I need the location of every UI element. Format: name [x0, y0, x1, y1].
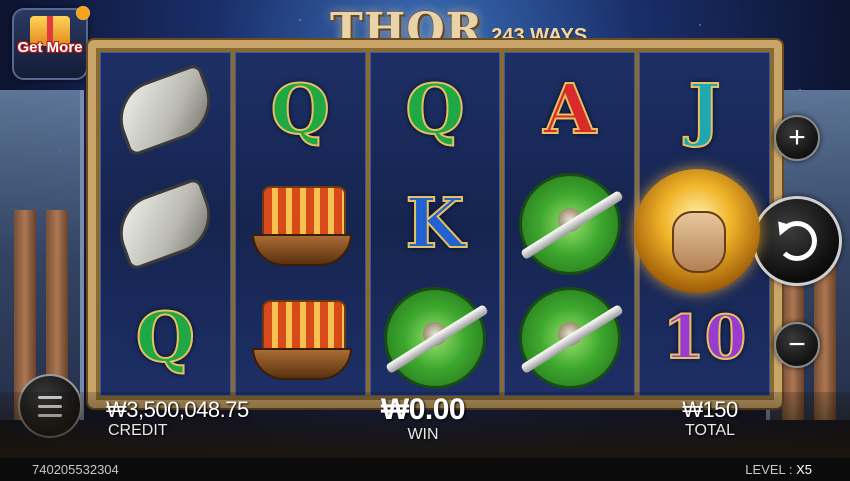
credit-label: CREDIT	[108, 422, 168, 439]
shield-sword-symbol-icon	[518, 287, 624, 389]
reel-cell	[505, 167, 634, 281]
reel-cell	[634, 167, 769, 293]
viking-ship-symbol-icon	[248, 182, 353, 266]
win-value: ₩0.00	[380, 393, 466, 426]
level-value: X5	[796, 462, 812, 477]
shield-sword-symbol-icon	[518, 173, 624, 275]
reel-cell	[101, 53, 230, 167]
reel-cell	[505, 281, 634, 395]
shield-sword-symbol-icon	[383, 287, 489, 389]
total-bet-display[interactable]: ₩150 TOTAL	[670, 398, 750, 440]
bottom-hud: ₩3,500,048.75 CREDIT ₩0.00 WIN ₩150 TOTA…	[0, 392, 850, 458]
reel-cell: K	[371, 167, 500, 281]
reel-cell: A	[505, 53, 634, 167]
reel-3: QK	[369, 52, 501, 396]
reel-1: Q	[100, 52, 231, 396]
thor-wild-symbol-icon	[634, 169, 761, 293]
reel-2: Q	[234, 52, 366, 396]
reel-cell: J	[640, 53, 769, 167]
reel-4: A	[504, 52, 636, 396]
horn-symbol-icon	[108, 176, 222, 272]
symbol-q: Q	[404, 70, 465, 150]
credit-display: ₩3,500,048.75 CREDIT	[106, 398, 249, 440]
viking-ship-symbol-icon	[248, 296, 353, 380]
temple-left-decoration	[0, 90, 84, 420]
reel-cell	[236, 281, 365, 395]
total-value: ₩150	[682, 397, 738, 422]
reel-cell: Q	[371, 53, 500, 167]
reel-cell: Q	[101, 281, 230, 395]
symbol-q: Q	[270, 70, 331, 150]
reels-grid: Q Q Q K A J 10	[96, 48, 774, 400]
horn-symbol-icon	[108, 62, 222, 158]
symbol-k: K	[404, 184, 465, 264]
reel-cell: 10	[640, 281, 769, 395]
spin-button[interactable]	[752, 196, 842, 286]
reel-5: J 10	[634, 52, 770, 396]
win-label: WIN	[407, 426, 439, 443]
refresh-icon	[777, 221, 817, 261]
reel-cell	[236, 167, 365, 281]
credit-value: ₩3,500,048.75	[106, 397, 249, 422]
minus-icon: −	[788, 328, 806, 361]
win-display: ₩0.00 WIN	[370, 394, 476, 444]
round-id: 740205532304	[32, 462, 119, 477]
reel-cell: Q	[236, 53, 365, 167]
symbol-10: 10	[662, 303, 747, 373]
symbol-q: Q	[135, 298, 196, 378]
level-label: LEVEL :	[745, 462, 793, 477]
notification-dot	[76, 6, 90, 20]
plus-icon: +	[788, 121, 806, 154]
total-label: TOTAL	[684, 422, 736, 439]
symbol-a: A	[542, 70, 597, 150]
symbol-j: J	[687, 70, 721, 150]
get-more-label: Get More	[17, 39, 83, 56]
bet-increase-button[interactable]: +	[774, 115, 820, 161]
level-indicator: LEVEL : X5	[745, 458, 812, 481]
get-more-button[interactable]: Get More	[12, 6, 90, 80]
reel-frame: Q Q Q K A J 10	[88, 40, 782, 408]
status-bar: 740205532304 LEVEL : X5	[0, 458, 850, 481]
reel-cell	[101, 167, 230, 281]
bet-decrease-button[interactable]: −	[774, 322, 820, 368]
reel-cell	[371, 281, 500, 395]
